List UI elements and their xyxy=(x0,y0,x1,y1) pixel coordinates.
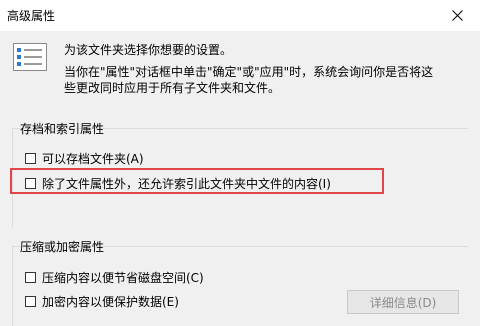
encrypt-checkbox-row[interactable]: 加密内容以便保护数据(E) xyxy=(25,293,179,310)
folder-settings-icon xyxy=(13,43,47,71)
window-title: 高级属性 xyxy=(7,9,56,23)
highlight-box xyxy=(10,168,384,194)
compress-checkbox-label[interactable]: 压缩内容以便节省磁盘空间(C) xyxy=(42,269,204,286)
compress-checkbox[interactable] xyxy=(25,272,36,283)
title-bar: 高级属性 xyxy=(0,0,480,31)
archive-checkbox-label[interactable]: 可以存档文件夹(A) xyxy=(42,150,144,167)
compress-checkbox-row[interactable]: 压缩内容以便节省磁盘空间(C) xyxy=(25,269,204,286)
close-icon xyxy=(451,10,463,21)
description-line-3: 些更改同时应用于所有子文件夹和文件。 xyxy=(64,81,281,95)
close-button[interactable] xyxy=(434,0,480,31)
archive-checkbox[interactable] xyxy=(25,153,36,164)
compress-encrypt-group xyxy=(12,246,468,326)
details-button[interactable]: 详细信息(D) xyxy=(347,290,459,314)
description-line-2: 当你在"属性"对话框中单击"确定"或"应用"时，系统会询问你是否将这 xyxy=(64,65,434,79)
compress-encrypt-heading: 压缩或加密属性 xyxy=(20,240,105,254)
archive-index-heading: 存档和索引属性 xyxy=(20,122,105,136)
encrypt-checkbox[interactable] xyxy=(25,296,36,307)
archive-checkbox-row[interactable]: 可以存档文件夹(A) xyxy=(25,150,144,167)
encrypt-checkbox-label[interactable]: 加密内容以便保护数据(E) xyxy=(42,293,179,310)
description-line-1: 为该文件夹选择你想要的设置。 xyxy=(64,43,233,57)
